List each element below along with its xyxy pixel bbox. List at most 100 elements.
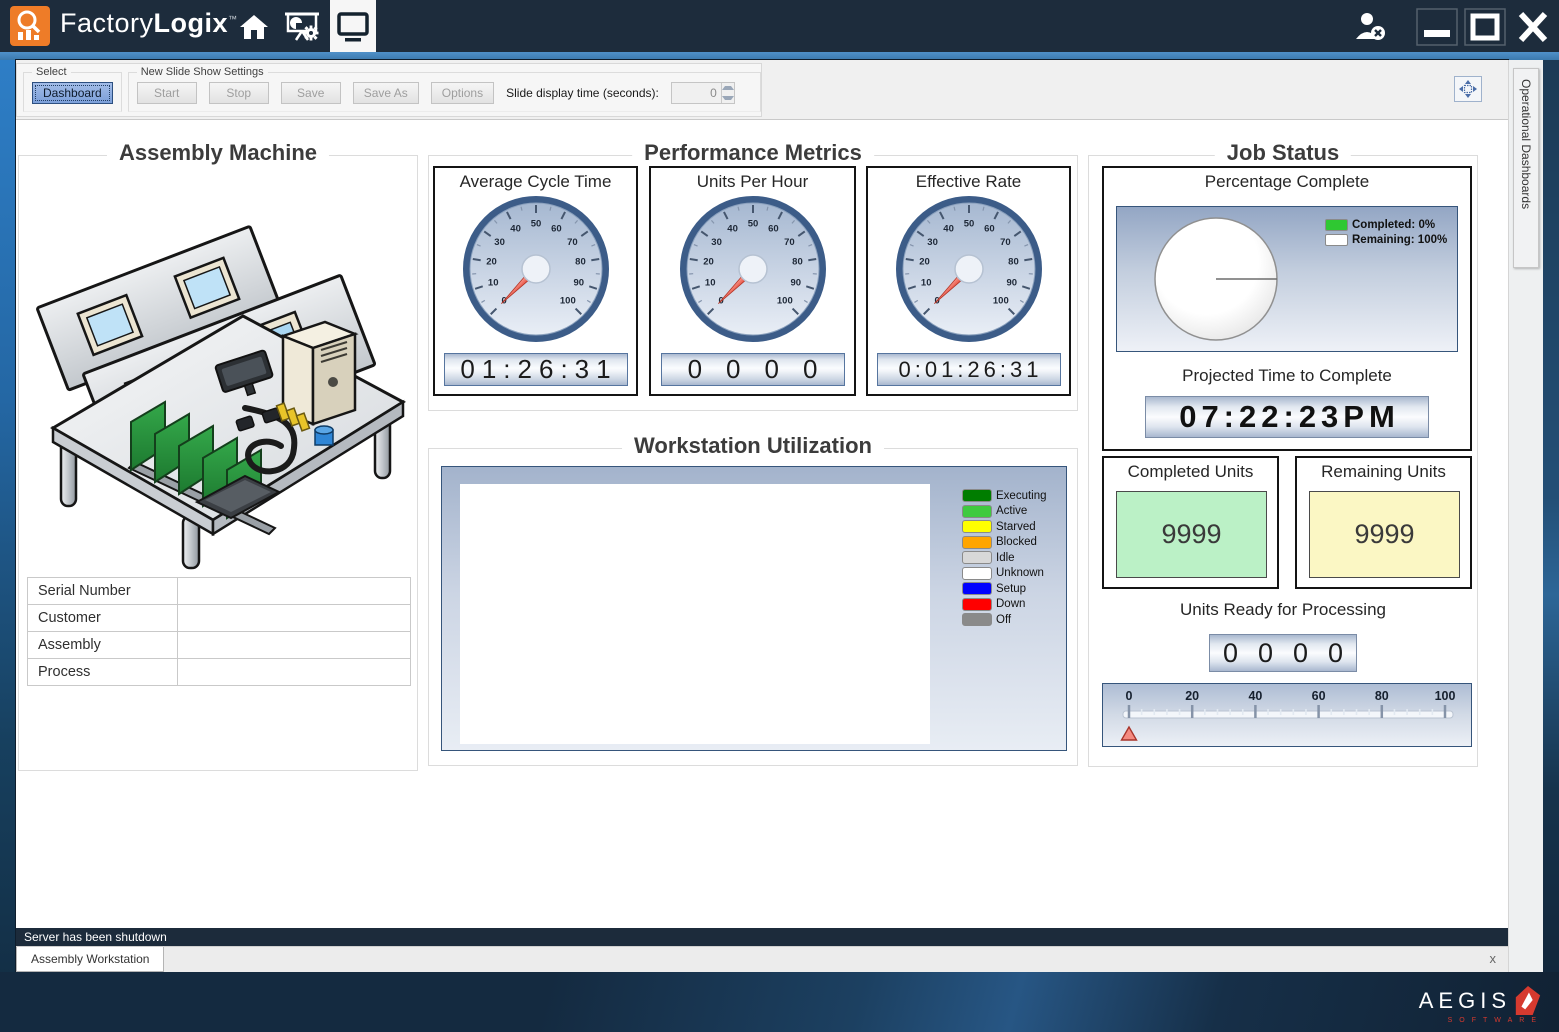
gauge-title: Average Cycle Time [435, 172, 636, 192]
spinner-down-icon[interactable] [722, 93, 734, 103]
legend-swatch [962, 613, 992, 626]
tab-operational-dashboards[interactable]: Operational Dashboards [1513, 68, 1539, 268]
svg-text:50: 50 [963, 219, 974, 230]
toolbar-groups: Select Dashboard New Slide Show Settings… [16, 63, 762, 117]
start-button[interactable]: Start [137, 82, 197, 104]
minimize-button[interactable] [1414, 6, 1460, 48]
tab-operational-dashboards-monitor-icon[interactable] [330, 0, 376, 52]
info-row-value [178, 578, 411, 605]
spinner-up-icon[interactable] [722, 83, 734, 93]
legend-swatch [962, 489, 992, 502]
avg-cycle-time-card: Average Cycle Time 010203040506070809010… [433, 166, 638, 396]
toolbar: Select Dashboard New Slide Show Settings… [16, 60, 1508, 120]
legend-label: Off [996, 614, 1011, 626]
tab-assembly-workstation[interactable]: Assembly Workstation [16, 947, 164, 972]
percentage-pie-chart: Completed: 0%Remaining: 100% [1116, 206, 1458, 352]
svg-text:60: 60 [551, 223, 562, 234]
svg-text:70: 70 [784, 237, 795, 248]
effective-rate-card: Effective Rate 0102030405060708090100 0:… [866, 166, 1071, 396]
info-row: Serial Number [28, 578, 411, 605]
info-row: Process [28, 659, 411, 686]
gauge-title: Effective Rate [868, 172, 1069, 192]
svg-text:80: 80 [792, 256, 803, 267]
utilization-plot-area [460, 484, 930, 744]
gauge-title: Units Per Hour [651, 172, 854, 192]
aegis-software-text: SOFTWARE [1419, 1017, 1543, 1024]
remaining-units-label: Remaining Units [1297, 462, 1470, 482]
legend-item: Down [962, 598, 1047, 611]
svg-text:90: 90 [573, 277, 584, 288]
user-logout-icon[interactable] [1348, 6, 1394, 48]
slide-time-spinner[interactable]: 0 [671, 82, 735, 104]
svg-text:10: 10 [704, 277, 715, 288]
svg-text:100: 100 [776, 295, 792, 306]
svg-text:20: 20 [486, 256, 497, 267]
svg-text:40: 40 [1248, 689, 1262, 703]
svg-text:90: 90 [1006, 277, 1017, 288]
svg-text:30: 30 [711, 237, 722, 248]
svg-text:40: 40 [727, 223, 738, 234]
aegis-logo: AEGIS SOFTWARE [1419, 984, 1543, 1024]
aegis-brand-text: AEGIS [1419, 986, 1511, 1016]
legend-label: Blocked [996, 536, 1037, 548]
home-icon[interactable] [236, 9, 272, 45]
legend-label: Down [996, 598, 1025, 610]
bottom-tab-bar: Assembly Workstation x [16, 946, 1508, 972]
workstation-utilization-title: Workstation Utilization [622, 433, 884, 459]
job-status-panel: Job Status Percentage Complete Completed… [1088, 155, 1478, 767]
completed-units-label: Completed Units [1104, 462, 1277, 482]
svg-text:20: 20 [919, 256, 930, 267]
dashboard-button[interactable]: Dashboard [32, 82, 113, 104]
svg-text:50: 50 [747, 219, 758, 230]
percentage-complete-card: Percentage Complete Completed: 0%Remaini… [1102, 166, 1472, 451]
projected-time-value: 07:22:23PM [1145, 396, 1429, 438]
legend-item: Setup [962, 582, 1047, 595]
factorylogix-logo-icon [10, 6, 50, 46]
performance-metrics-title: Performance Metrics [632, 140, 874, 166]
assembly-machine-title: Assembly Machine [107, 140, 329, 166]
legend-item: Completed: 0% [1325, 219, 1447, 231]
info-row-label: Assembly [28, 632, 178, 659]
window-right-border [1543, 60, 1559, 1032]
job-status-title: Job Status [1215, 140, 1351, 166]
legend-swatch [962, 536, 992, 549]
legend-swatch [962, 520, 992, 533]
move-layout-button[interactable] [1454, 76, 1482, 102]
slideshow-settings-icon[interactable] [284, 9, 320, 45]
svg-text:40: 40 [943, 223, 954, 234]
utilization-chart: ExecutingActiveStarvedBlockedIdleUnknown… [441, 466, 1067, 751]
save-as-button[interactable]: Save As [353, 82, 419, 104]
info-row: Assembly [28, 632, 411, 659]
info-row-label: Process [28, 659, 178, 686]
select-group-label: Select [32, 66, 71, 78]
svg-text:100: 100 [992, 295, 1008, 306]
dashboard-area: Assembly Machine [16, 120, 1508, 928]
legend-label: Completed: 0% [1352, 219, 1435, 231]
legend-label: Active [996, 505, 1027, 517]
svg-text:50: 50 [530, 219, 541, 230]
svg-text:30: 30 [494, 237, 505, 248]
save-button[interactable]: Save [281, 82, 341, 104]
svg-text:70: 70 [1000, 237, 1011, 248]
legend-swatch [962, 567, 992, 580]
gauge-dial: 0102030405060708090100 [894, 194, 1044, 344]
maximize-button[interactable] [1462, 6, 1508, 48]
legend-label: Unknown [996, 567, 1044, 579]
options-button[interactable]: Options [431, 82, 494, 104]
window-footer: AEGIS SOFTWARE [0, 972, 1559, 1032]
legend-label: Idle [996, 552, 1015, 564]
units-ready-scale: 020406080100 [1102, 683, 1472, 747]
units-ready-label: Units Ready for Processing [1089, 600, 1477, 620]
app-window: FactoryLogix™ [0, 0, 1559, 1032]
svg-text:80: 80 [575, 256, 586, 267]
stop-button[interactable]: Stop [209, 82, 269, 104]
tab-bar-close-icon[interactable]: x [1490, 952, 1497, 966]
legend-item: Unknown [962, 567, 1047, 580]
svg-text:100: 100 [1435, 689, 1456, 703]
close-button[interactable] [1510, 6, 1556, 48]
svg-text:10: 10 [920, 277, 931, 288]
utilization-legend: ExecutingActiveStarvedBlockedIdleUnknown… [962, 489, 1047, 629]
legend-swatch [962, 582, 992, 595]
svg-text:20: 20 [1185, 689, 1199, 703]
slideshow-settings-group: New Slide Show Settings Start Stop Save … [128, 66, 761, 112]
